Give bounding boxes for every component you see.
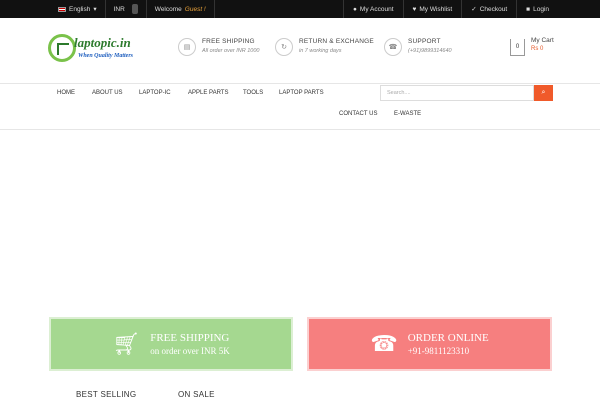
checkout-link[interactable]: ✓ Checkout (461, 0, 516, 18)
phone-icon: ☎ (370, 331, 398, 356)
chevron-down-icon: ▾ (93, 6, 97, 13)
cart-title: My Cart (531, 37, 554, 44)
feature-title: SUPPORT (408, 38, 441, 45)
product-tabs: BEST SELLING ON SALE (0, 390, 600, 400)
search-input[interactable]: Search.... (380, 85, 534, 101)
login-label: Login (533, 5, 549, 13)
currency-label: INR (113, 5, 125, 13)
checkout-label: Checkout (479, 5, 508, 13)
promo-subtitle: on order over INR 5K (150, 346, 230, 356)
feature-free-shipping: ▤ FREE SHIPPING All order over INR 1000 (178, 38, 259, 56)
site-logo[interactable]: laptopic.in When Quality Matters (48, 32, 138, 72)
language-label: English (69, 5, 91, 13)
nav-item-tools[interactable]: TOOLS (243, 90, 263, 96)
logo-tagline: When Quality Matters (78, 53, 134, 59)
feature-support: ☎ SUPPORT (+91)9899314640 (384, 38, 452, 56)
check-icon: ✓ (471, 6, 477, 13)
language-selector[interactable]: English ▾ (50, 0, 106, 18)
top-bar: English ▾ INR Welcome Guest ! ● My Accou… (0, 0, 600, 18)
promo-title: ORDER ONLINE (407, 332, 489, 344)
heart-icon: ♥ (412, 5, 417, 13)
currency-selector[interactable]: INR (106, 0, 147, 18)
feature-return-exchange: ↻ RETURN & EXCHANGE in 7 working days (275, 38, 374, 56)
promo-title: FREE SHIPPING (150, 332, 230, 344)
cart-amount: Rs 0 (531, 46, 544, 52)
welcome-label: Welcome (154, 5, 182, 13)
search-icon: ⌕ (541, 89, 546, 96)
feature-title: FREE SHIPPING (202, 38, 255, 45)
my-wishlist-link[interactable]: ♥ My Wishlist (402, 0, 462, 18)
promo-free-shipping[interactable]: 🛒︎ FREE SHIPPING on order over INR 5K (49, 317, 293, 371)
main-nav: HOME ABOUT US LAPTOP-IC APPLE PARTS TOOL… (0, 84, 600, 130)
guest-label: Guest ! (184, 5, 206, 13)
feature-subtitle: All order over INR 1000 (202, 48, 260, 54)
cart-count: 0 (515, 44, 520, 50)
promo-subtitle: +91-9811123310 (407, 346, 470, 356)
nav-item-home[interactable]: HOME (57, 90, 75, 96)
nav-item-e-waste[interactable]: E-WASTE (394, 111, 421, 117)
uk-flag-icon (58, 6, 66, 12)
nav-item-about-us[interactable]: ABOUT US (92, 90, 123, 96)
cart-bag-icon: 0 (510, 39, 525, 56)
user-icon: ● (352, 5, 357, 13)
nav-item-laptop-ic[interactable]: LAPTOP-IC (139, 90, 171, 96)
tab-on-sale[interactable]: ON SALE (178, 390, 215, 399)
logo-mark-icon (48, 34, 76, 62)
nav-item-laptop-parts[interactable]: LAPTOP PARTS (279, 90, 324, 96)
feature-title: RETURN & EXCHANGE (299, 38, 374, 45)
my-account-link[interactable]: ● My Account (342, 0, 403, 18)
phone-icon: ☎ (384, 38, 402, 56)
lock-icon: ■ (526, 5, 531, 13)
welcome-message: Welcome Guest ! (147, 0, 215, 18)
my-account-label: My Account (359, 5, 394, 13)
mini-cart[interactable]: 0 My Cart Rs 0 (510, 37, 554, 56)
cart-icon: 🛒︎ (112, 331, 141, 356)
promo-order-online[interactable]: ☎ ORDER ONLINE +91-9811123310 (307, 317, 552, 371)
tab-best-selling[interactable]: BEST SELLING (76, 390, 136, 399)
logo-text: laptopic.in (74, 35, 131, 50)
my-wishlist-label: My Wishlist (419, 5, 453, 13)
feature-subtitle: (+91)9899314640 (408, 48, 452, 54)
feature-subtitle: in 7 working days (299, 48, 342, 54)
refresh-icon: ↻ (275, 38, 293, 56)
truck-icon: ▤ (178, 38, 196, 56)
currency-dropdown-icon (131, 4, 138, 14)
nav-item-apple-parts[interactable]: APPLE PARTS (188, 90, 228, 96)
nav-item-contact-us[interactable]: CONTACT US (339, 111, 377, 117)
login-link[interactable]: ■ Login (516, 0, 558, 18)
search-button[interactable]: ⌕ (534, 85, 553, 101)
site-header: laptopic.in When Quality Matters ▤ FREE … (0, 18, 600, 84)
